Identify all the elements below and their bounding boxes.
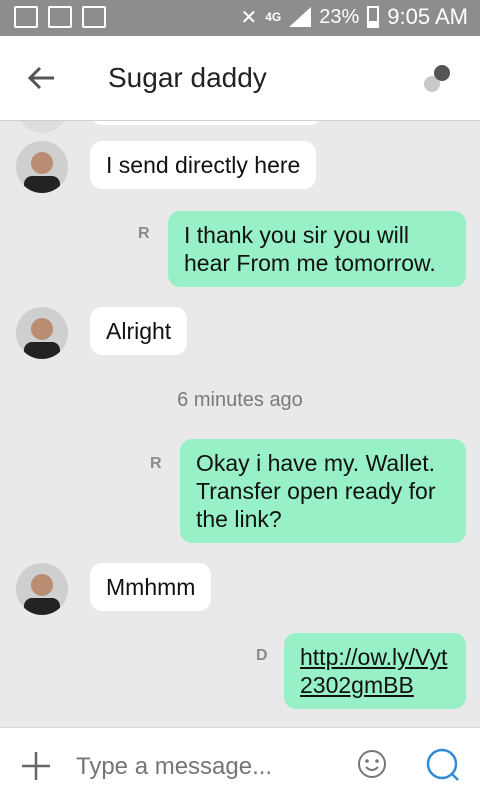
outgoing-message[interactable]: Okay i have my. Wallet. Transfer open re… — [180, 439, 466, 543]
network-type: 4G — [265, 10, 282, 24]
message-list[interactable]: I send directly here R I thank you sir y… — [0, 121, 480, 727]
outgoing-message[interactable]: I thank you sir you will hear From me to… — [168, 211, 466, 287]
battery-percent: 23% — [319, 5, 360, 28]
avatar[interactable] — [16, 563, 68, 615]
conversation-header: Sugar daddy — [0, 36, 480, 121]
read-receipt-icon: R — [150, 455, 162, 472]
incoming-message[interactable]: Alright — [90, 307, 188, 355]
compose-bar — [0, 727, 480, 801]
emoji-icon[interactable] — [356, 748, 388, 780]
notification-icons — [14, 6, 106, 28]
mail-icon — [48, 6, 72, 28]
avatar — [16, 121, 68, 133]
message-bubble-partial — [90, 121, 322, 125]
signal-icon — [289, 7, 312, 27]
attach-plus-icon[interactable] — [20, 750, 52, 782]
send-icon[interactable] — [424, 746, 462, 784]
message-input[interactable] — [74, 750, 338, 784]
clock: 9:05 AM — [387, 4, 468, 29]
contact-name: Sugar daddy — [108, 62, 267, 93]
message-link[interactable]: http://ow.ly/Vyt2302gmBB — [300, 644, 447, 698]
avatar[interactable] — [16, 141, 68, 193]
battery-icon — [367, 6, 380, 28]
read-receipt-icon: R — [138, 225, 150, 242]
back-arrow-icon[interactable] — [24, 60, 60, 96]
avatar[interactable] — [16, 307, 68, 359]
outgoing-message[interactable]: http://ow.ly/Vyt2302gmBB — [284, 633, 466, 709]
gallery-icon — [14, 6, 38, 28]
screenshot-icon — [82, 6, 106, 28]
mute-icon: ✕ — [240, 6, 258, 29]
incoming-message[interactable]: I send directly here — [90, 141, 317, 189]
contact-details-icon[interactable] — [422, 64, 452, 94]
message-timestamp: 6 minutes ago — [177, 389, 303, 411]
incoming-message[interactable]: Mmhmm — [90, 563, 212, 611]
system-status: ✕ 4G 23% 9:05 AM — [240, 4, 468, 30]
status-bar: ✕ 4G 23% 9:05 AM — [0, 0, 480, 36]
delivered-receipt-icon: D — [256, 647, 268, 664]
